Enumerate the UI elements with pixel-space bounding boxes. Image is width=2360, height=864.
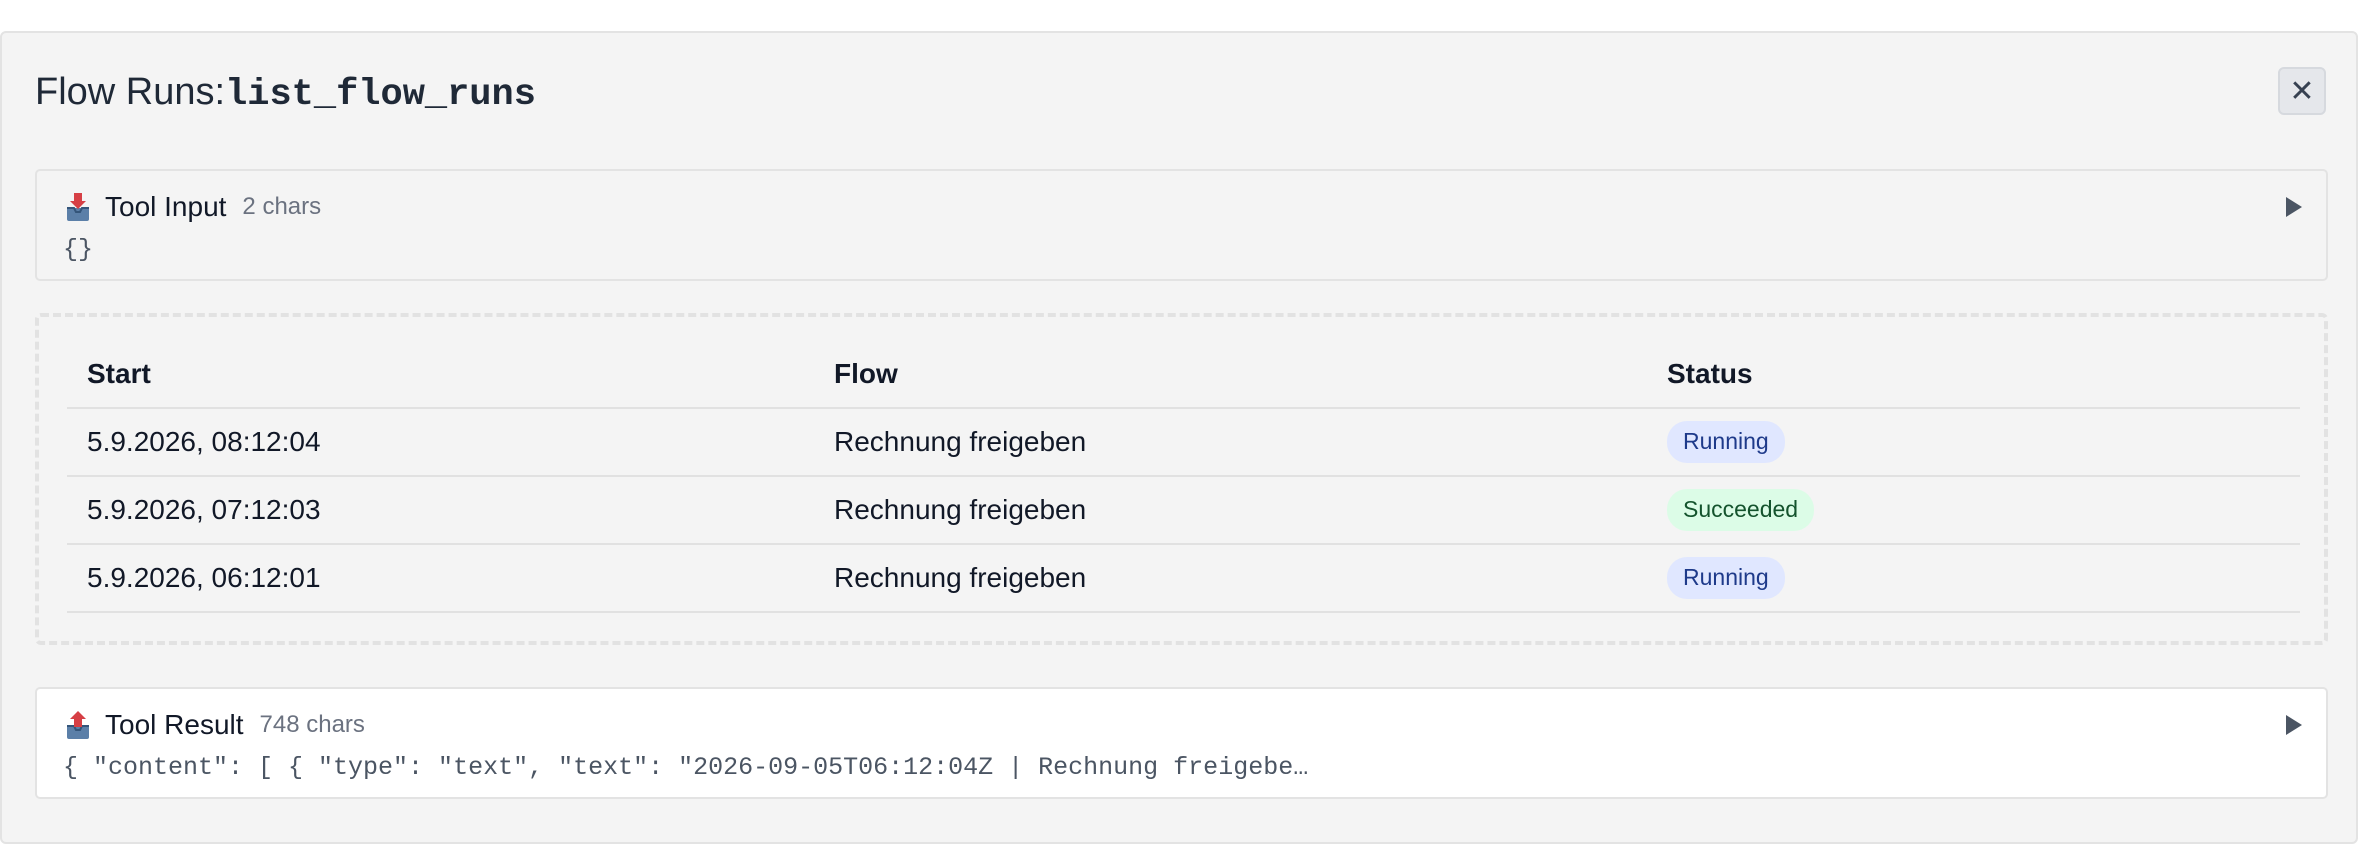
run-start: 5.9.2026, 08:12:04 bbox=[67, 408, 814, 477]
tool-result-body: { "content": [ { "type": "text", "text":… bbox=[63, 753, 1309, 782]
run-flow: Rechnung freigeben bbox=[814, 544, 1647, 613]
tool-name: list_flow_runs bbox=[225, 74, 536, 116]
tool-input-title: Tool Input bbox=[105, 191, 227, 222]
close-button[interactable]: ✕ bbox=[2278, 67, 2326, 115]
expand-input-icon[interactable] bbox=[2286, 197, 2302, 217]
close-icon: ✕ bbox=[2289, 74, 2315, 108]
tool-input-body: {} bbox=[63, 235, 94, 264]
header-status: Status bbox=[1647, 341, 2300, 409]
run-start: 5.9.2026, 06:12:01 bbox=[67, 544, 814, 613]
flow-runs-table: Start Flow Status 5.9.2026, 08:12:04 Rech… bbox=[67, 341, 2300, 613]
run-status-cell: Running bbox=[1647, 544, 2300, 613]
tool-input-header[interactable]: Tool Input 2 chars bbox=[65, 191, 321, 223]
run-status-cell: Running bbox=[1647, 408, 2300, 477]
flow-runs-table-container: Start Flow Status 5.9.2026, 08:12:04 Rech… bbox=[35, 313, 2328, 645]
outbox-tray-icon bbox=[67, 711, 89, 739]
flow-runs-dialog: Flow Runs:list_flow_runs ✕ Tool Input 2 … bbox=[0, 31, 2358, 844]
status-badge: Running bbox=[1667, 557, 1785, 599]
status-badge: Running bbox=[1667, 421, 1785, 463]
inbox-tray-icon bbox=[67, 193, 89, 221]
dialog-title: Flow Runs:list_flow_runs bbox=[35, 73, 536, 114]
dialog-title-prefix: Flow Runs: bbox=[35, 71, 226, 113]
run-flow: Rechnung freigeben bbox=[814, 476, 1647, 545]
status-badge: Succeeded bbox=[1667, 489, 1815, 531]
tool-input-count: 2 chars bbox=[242, 193, 322, 220]
run-start: 5.9.2026, 07:12:03 bbox=[67, 476, 814, 545]
tool-result-title: Tool Result bbox=[105, 709, 244, 740]
tool-input-card[interactable]: Tool Input 2 chars {} bbox=[35, 169, 2328, 281]
run-flow: Rechnung freigeben bbox=[814, 408, 1647, 477]
tool-result-header[interactable]: Tool Result 748 chars bbox=[65, 709, 365, 741]
table-body: 5.9.2026, 08:12:04 Rechnung freigeben Runn… bbox=[67, 408, 2300, 613]
table-row: 5.9.2026, 08:12:04 Rechnung freigeben Runn… bbox=[67, 408, 2300, 477]
table-row: 5.9.2026, 07:12:03 Rechnung freigeben Succ… bbox=[67, 476, 2300, 545]
header-start: Start bbox=[67, 341, 814, 409]
table-row: 5.9.2026, 06:12:01 Rechnung freigeben Runn… bbox=[67, 544, 2300, 613]
tool-result-card[interactable]: Tool Result 748 chars { "content": [ { "… bbox=[35, 687, 2328, 799]
run-status-cell: Succeeded bbox=[1647, 476, 2300, 545]
tool-result-count: 748 chars bbox=[259, 711, 365, 738]
header-flow: Flow bbox=[814, 341, 1647, 409]
expand-result-icon[interactable] bbox=[2286, 715, 2302, 735]
table-header-row: Start Flow Status bbox=[67, 341, 2300, 409]
